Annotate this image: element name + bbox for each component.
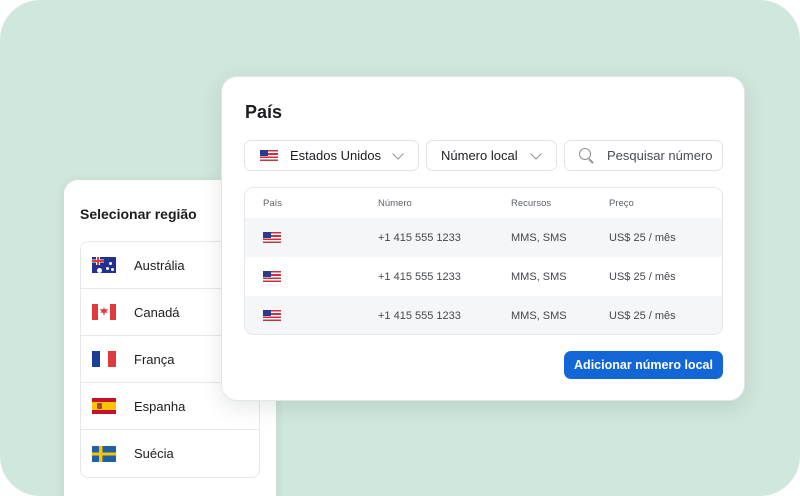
- add-local-number-button[interactable]: Adicionar número local: [564, 351, 723, 379]
- page-title: País: [245, 102, 283, 122]
- row-country-cell: [263, 218, 281, 257]
- spain-flag-icon: [92, 398, 116, 414]
- chevron-down-icon: [392, 148, 404, 160]
- australia-flag-icon: [92, 257, 116, 273]
- search-icon: [579, 147, 595, 164]
- country-select-value: Estados Unidos: [290, 148, 382, 163]
- sweden-flag-icon: [92, 445, 116, 462]
- row-price: US$ 25 / mês: [609, 309, 676, 322]
- table-row[interactable]: +1 415 555 1233 MMS, SMS US$ 25 / mês: [245, 257, 722, 296]
- row-features: MMS, SMS: [511, 309, 567, 322]
- usa-flag-icon: [263, 232, 281, 243]
- usa-flag-icon: [260, 150, 278, 161]
- country-select[interactable]: Estados Unidos: [244, 140, 419, 171]
- row-number: +1 415 555 1233: [378, 231, 461, 244]
- usa-flag-icon: [263, 271, 281, 282]
- region-panel-title: Selecionar região: [80, 206, 197, 222]
- usa-flag-icon: [263, 310, 281, 321]
- table-row[interactable]: +1 415 555 1233 MMS, SMS US$ 25 / mês: [245, 218, 722, 257]
- number-type-select[interactable]: Número local: [426, 140, 557, 171]
- region-item-label: Canadá: [134, 304, 180, 320]
- row-country-cell: [263, 296, 281, 334]
- row-country-cell: [263, 257, 281, 296]
- numbers-table: País Número Recursos Preço +1 415 555 12…: [244, 187, 723, 335]
- region-item-sweden[interactable]: Suécia: [81, 430, 259, 477]
- search-input[interactable]: Pesquisar número: [564, 140, 723, 171]
- row-number: +1 415 555 1233: [378, 270, 461, 283]
- row-features: MMS, SMS: [511, 270, 567, 283]
- region-item-label: França: [134, 351, 175, 367]
- row-price: US$ 25 / mês: [609, 231, 676, 244]
- region-item-label: Espanha: [134, 398, 186, 414]
- region-item-label: Suécia: [134, 446, 174, 461]
- row-features: MMS, SMS: [511, 231, 567, 244]
- france-flag-icon: [92, 351, 116, 367]
- search-placeholder: Pesquisar número: [607, 148, 713, 163]
- backdrop: Selecionar região Austrália Canadá Franç…: [0, 0, 800, 496]
- column-header-number: Número: [378, 197, 412, 209]
- column-header-features: Recursos: [511, 197, 552, 209]
- column-header-price: Preço: [609, 197, 634, 209]
- column-header-country: País: [263, 197, 283, 209]
- number-panel: País Estados Unidos Número local Pesquis…: [221, 76, 745, 401]
- row-price: US$ 25 / mês: [609, 270, 676, 283]
- row-number: +1 415 555 1233: [378, 309, 461, 322]
- number-type-value: Número local: [441, 148, 518, 163]
- table-header: País Número Recursos Preço: [245, 188, 722, 218]
- chevron-down-icon: [530, 148, 542, 160]
- canada-flag-icon: [92, 304, 116, 320]
- region-item-label: Austrália: [134, 257, 185, 273]
- table-row[interactable]: +1 415 555 1233 MMS, SMS US$ 25 / mês: [245, 296, 722, 334]
